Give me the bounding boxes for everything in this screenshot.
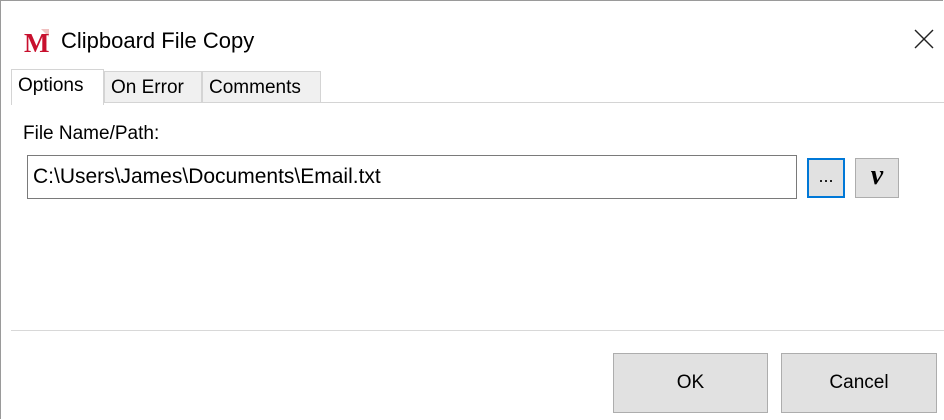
ok-button[interactable]: OK (613, 353, 768, 413)
tab-options[interactable]: Options (11, 69, 104, 105)
svg-text:M: M (24, 28, 49, 55)
insert-variable-button[interactable]: v (855, 158, 899, 198)
footer-divider (11, 330, 944, 331)
tab-comments[interactable]: Comments (202, 71, 321, 103)
window-title: Clipboard File Copy (61, 28, 255, 53)
tab-bar: Options On Error Comments (11, 69, 941, 105)
close-button[interactable] (907, 25, 941, 55)
tab-on-error[interactable]: On Error (104, 71, 202, 103)
title-bar: M Clipboard File Copy (1, 1, 944, 67)
dialog-window: M Clipboard File Copy Options On Error C… (0, 0, 944, 419)
cancel-button[interactable]: Cancel (781, 353, 937, 413)
browse-button[interactable]: ... (807, 158, 845, 198)
file-name-path-label: File Name/Path: (23, 123, 160, 144)
file-path-input[interactable] (27, 155, 797, 199)
macro-m-app-icon: M (23, 27, 51, 58)
close-icon (914, 29, 934, 49)
